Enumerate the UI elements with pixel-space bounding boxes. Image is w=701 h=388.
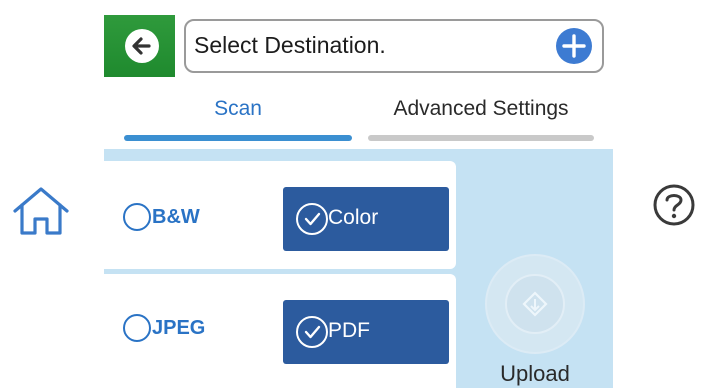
color-option-selected[interactable]: Color xyxy=(283,187,449,251)
checkmark-icon xyxy=(296,316,328,348)
destination-placeholder: Select Destination. xyxy=(194,32,386,58)
file-format-row: JPEG PDF xyxy=(104,274,456,388)
tab-advanced-settings-label: Advanced Settings xyxy=(393,97,569,120)
pdf-option-selected[interactable]: PDF xyxy=(283,300,449,364)
bw-radio[interactable] xyxy=(123,203,151,231)
pdf-label: PDF xyxy=(328,319,370,342)
destination-field[interactable]: Select Destination. xyxy=(184,19,604,73)
home-icon xyxy=(13,187,69,235)
jpeg-label[interactable]: JPEG xyxy=(152,317,205,340)
scan-settings-panel: B&W Color JPEG PDF Upload xyxy=(104,149,613,388)
jpeg-radio[interactable] xyxy=(123,314,151,342)
help-icon xyxy=(653,184,695,226)
color-mode-row: B&W Color xyxy=(104,161,456,269)
upload-button[interactable] xyxy=(485,254,585,354)
checkmark-icon xyxy=(296,203,328,235)
tab-advanced-settings[interactable]: Advanced Settings xyxy=(368,95,594,151)
upload-label: Upload xyxy=(500,361,570,386)
tab-scan-label: Scan xyxy=(214,97,262,120)
help-button[interactable] xyxy=(652,183,696,232)
color-label: Color xyxy=(328,206,379,229)
add-icon xyxy=(562,34,586,58)
add-destination-button[interactable] xyxy=(556,28,592,64)
tab-advanced-settings-indicator xyxy=(368,135,594,141)
back-button[interactable] xyxy=(104,15,175,77)
start-scan-icon xyxy=(505,274,565,334)
bw-label[interactable]: B&W xyxy=(152,206,200,229)
tab-scan[interactable]: Scan xyxy=(124,95,352,151)
tab-scan-indicator xyxy=(124,135,352,141)
home-button[interactable] xyxy=(10,185,72,242)
back-arrow-icon xyxy=(125,29,159,63)
